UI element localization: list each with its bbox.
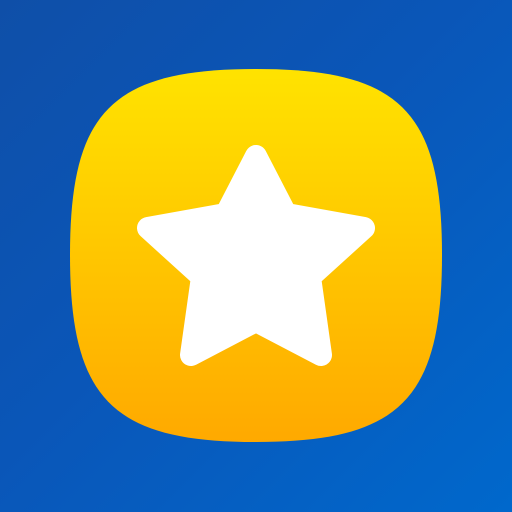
app-icon-background (0, 0, 512, 512)
favorites-badge-graphic (70, 69, 442, 442)
favorites-badge (70, 69, 442, 442)
